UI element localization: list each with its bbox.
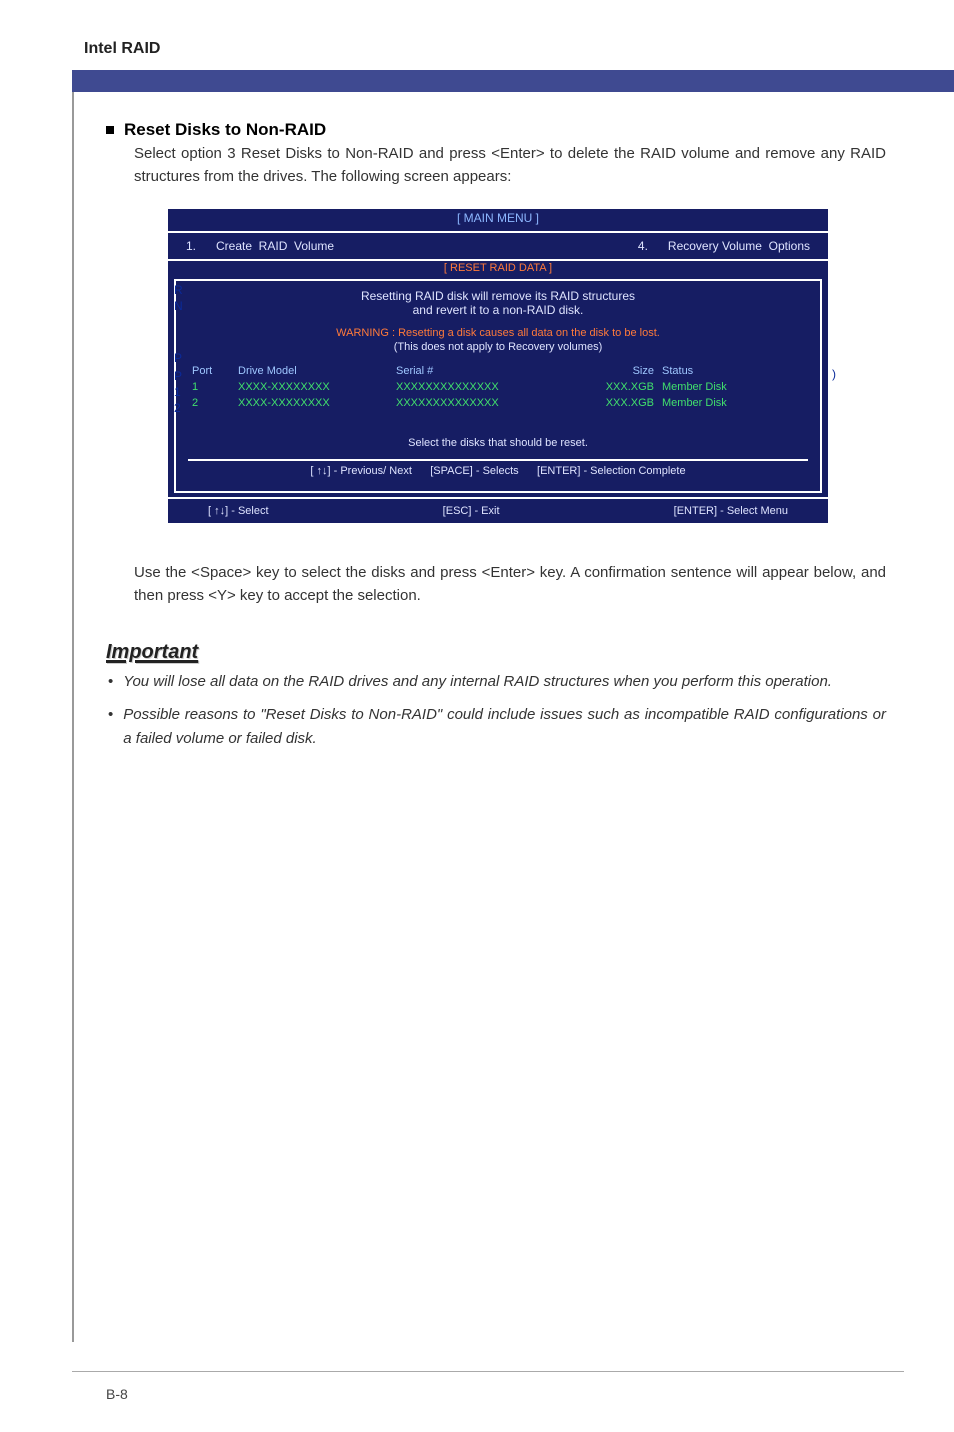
hint-enter: [ENTER] - Selection Complete [537, 465, 686, 477]
table-row[interactable]: 2 XXXX-XXXXXXXX XXXXXXXXXXXXXX XXX.XGB M… [188, 395, 808, 411]
cell-size: XXX.XGB [570, 395, 658, 411]
cell-size: XXX.XGB [570, 379, 658, 395]
disk-table: Port Drive Model Serial # Size Status 1 … [188, 363, 808, 411]
side-num-2: 2 [174, 399, 181, 417]
footer-rule [72, 1371, 904, 1372]
footer-select: [ ↑↓] - Select [208, 505, 269, 517]
cell-port: 2 [188, 395, 234, 411]
menu-num-4: 4. [638, 239, 668, 253]
table-row[interactable]: 1 XXXX-XXXXXXXX XXXXXXXXXXXXXX XXX.XGB M… [188, 379, 808, 395]
menu-item-recovery[interactable]: Recovery Volume Options [668, 239, 810, 253]
section-paragraph: Select option 3 Reset Disks to Non-RAID … [134, 142, 886, 189]
header-bar [72, 70, 954, 92]
col-status: Status [658, 363, 808, 379]
side-paren: ) [832, 367, 836, 381]
cell-status: Member Disk [658, 395, 808, 411]
reset-line-2: and revert it to a non-RAID disk. [188, 303, 808, 317]
reset-note: (This does not apply to Recovery volumes… [188, 341, 808, 353]
cell-model: XXXX-XXXXXXXX [234, 379, 392, 395]
page-number: B-8 [106, 1386, 128, 1402]
col-serial: Serial # [392, 363, 570, 379]
main-menu-label: [ MAIN MENU ] [457, 211, 539, 225]
section-title: Reset Disks to Non-RAID [124, 120, 326, 140]
side-letter-p1: P [174, 349, 182, 367]
select-instruction: Select the disks that should be reset. [188, 437, 808, 449]
footer-enter: [ENTER] - Select Menu [674, 505, 788, 517]
hint-prev-next: [ ↑↓] - Previous/ Next [310, 465, 411, 477]
footer-esc: [ESC] - Exit [443, 505, 500, 517]
side-letter-n: N [174, 297, 183, 315]
page-header-title: Intel RAID [84, 40, 160, 58]
important-heading: Important [106, 641, 886, 664]
menu-item-create[interactable]: Create RAID Volume [216, 239, 638, 253]
reset-data-label: [ RESET RAID DATA ] [444, 262, 552, 274]
cell-serial: XXXXXXXXXXXXXX [392, 395, 570, 411]
reset-warning: WARNING : Resetting a disk causes all da… [188, 327, 808, 339]
hint-space: [SPACE] - Selects [430, 465, 518, 477]
col-size: Size [570, 363, 658, 379]
cell-model: XXXX-XXXXXXXX [234, 395, 392, 411]
bios-screenshot: R N P P 1 2 ) [ MAIN MENU ] 1. Create RA… [166, 207, 830, 525]
post-bios-paragraph: Use the <Space> key to select the disks … [134, 561, 886, 608]
cell-port: 1 [188, 379, 234, 395]
bullet-icon [106, 126, 114, 134]
left-rule [72, 92, 74, 1342]
reset-line-1: Resetting RAID disk will remove its RAID… [188, 289, 808, 303]
col-port: Port [188, 363, 234, 379]
important-item-2: Possible reasons to "Reset Disks to Non-… [123, 703, 886, 750]
col-model: Drive Model [234, 363, 392, 379]
cell-status: Member Disk [658, 379, 808, 395]
menu-num-1: 1. [186, 239, 216, 253]
important-item-1: You will lose all data on the RAID drive… [123, 670, 832, 693]
cell-serial: XXXXXXXXXXXXXX [392, 379, 570, 395]
